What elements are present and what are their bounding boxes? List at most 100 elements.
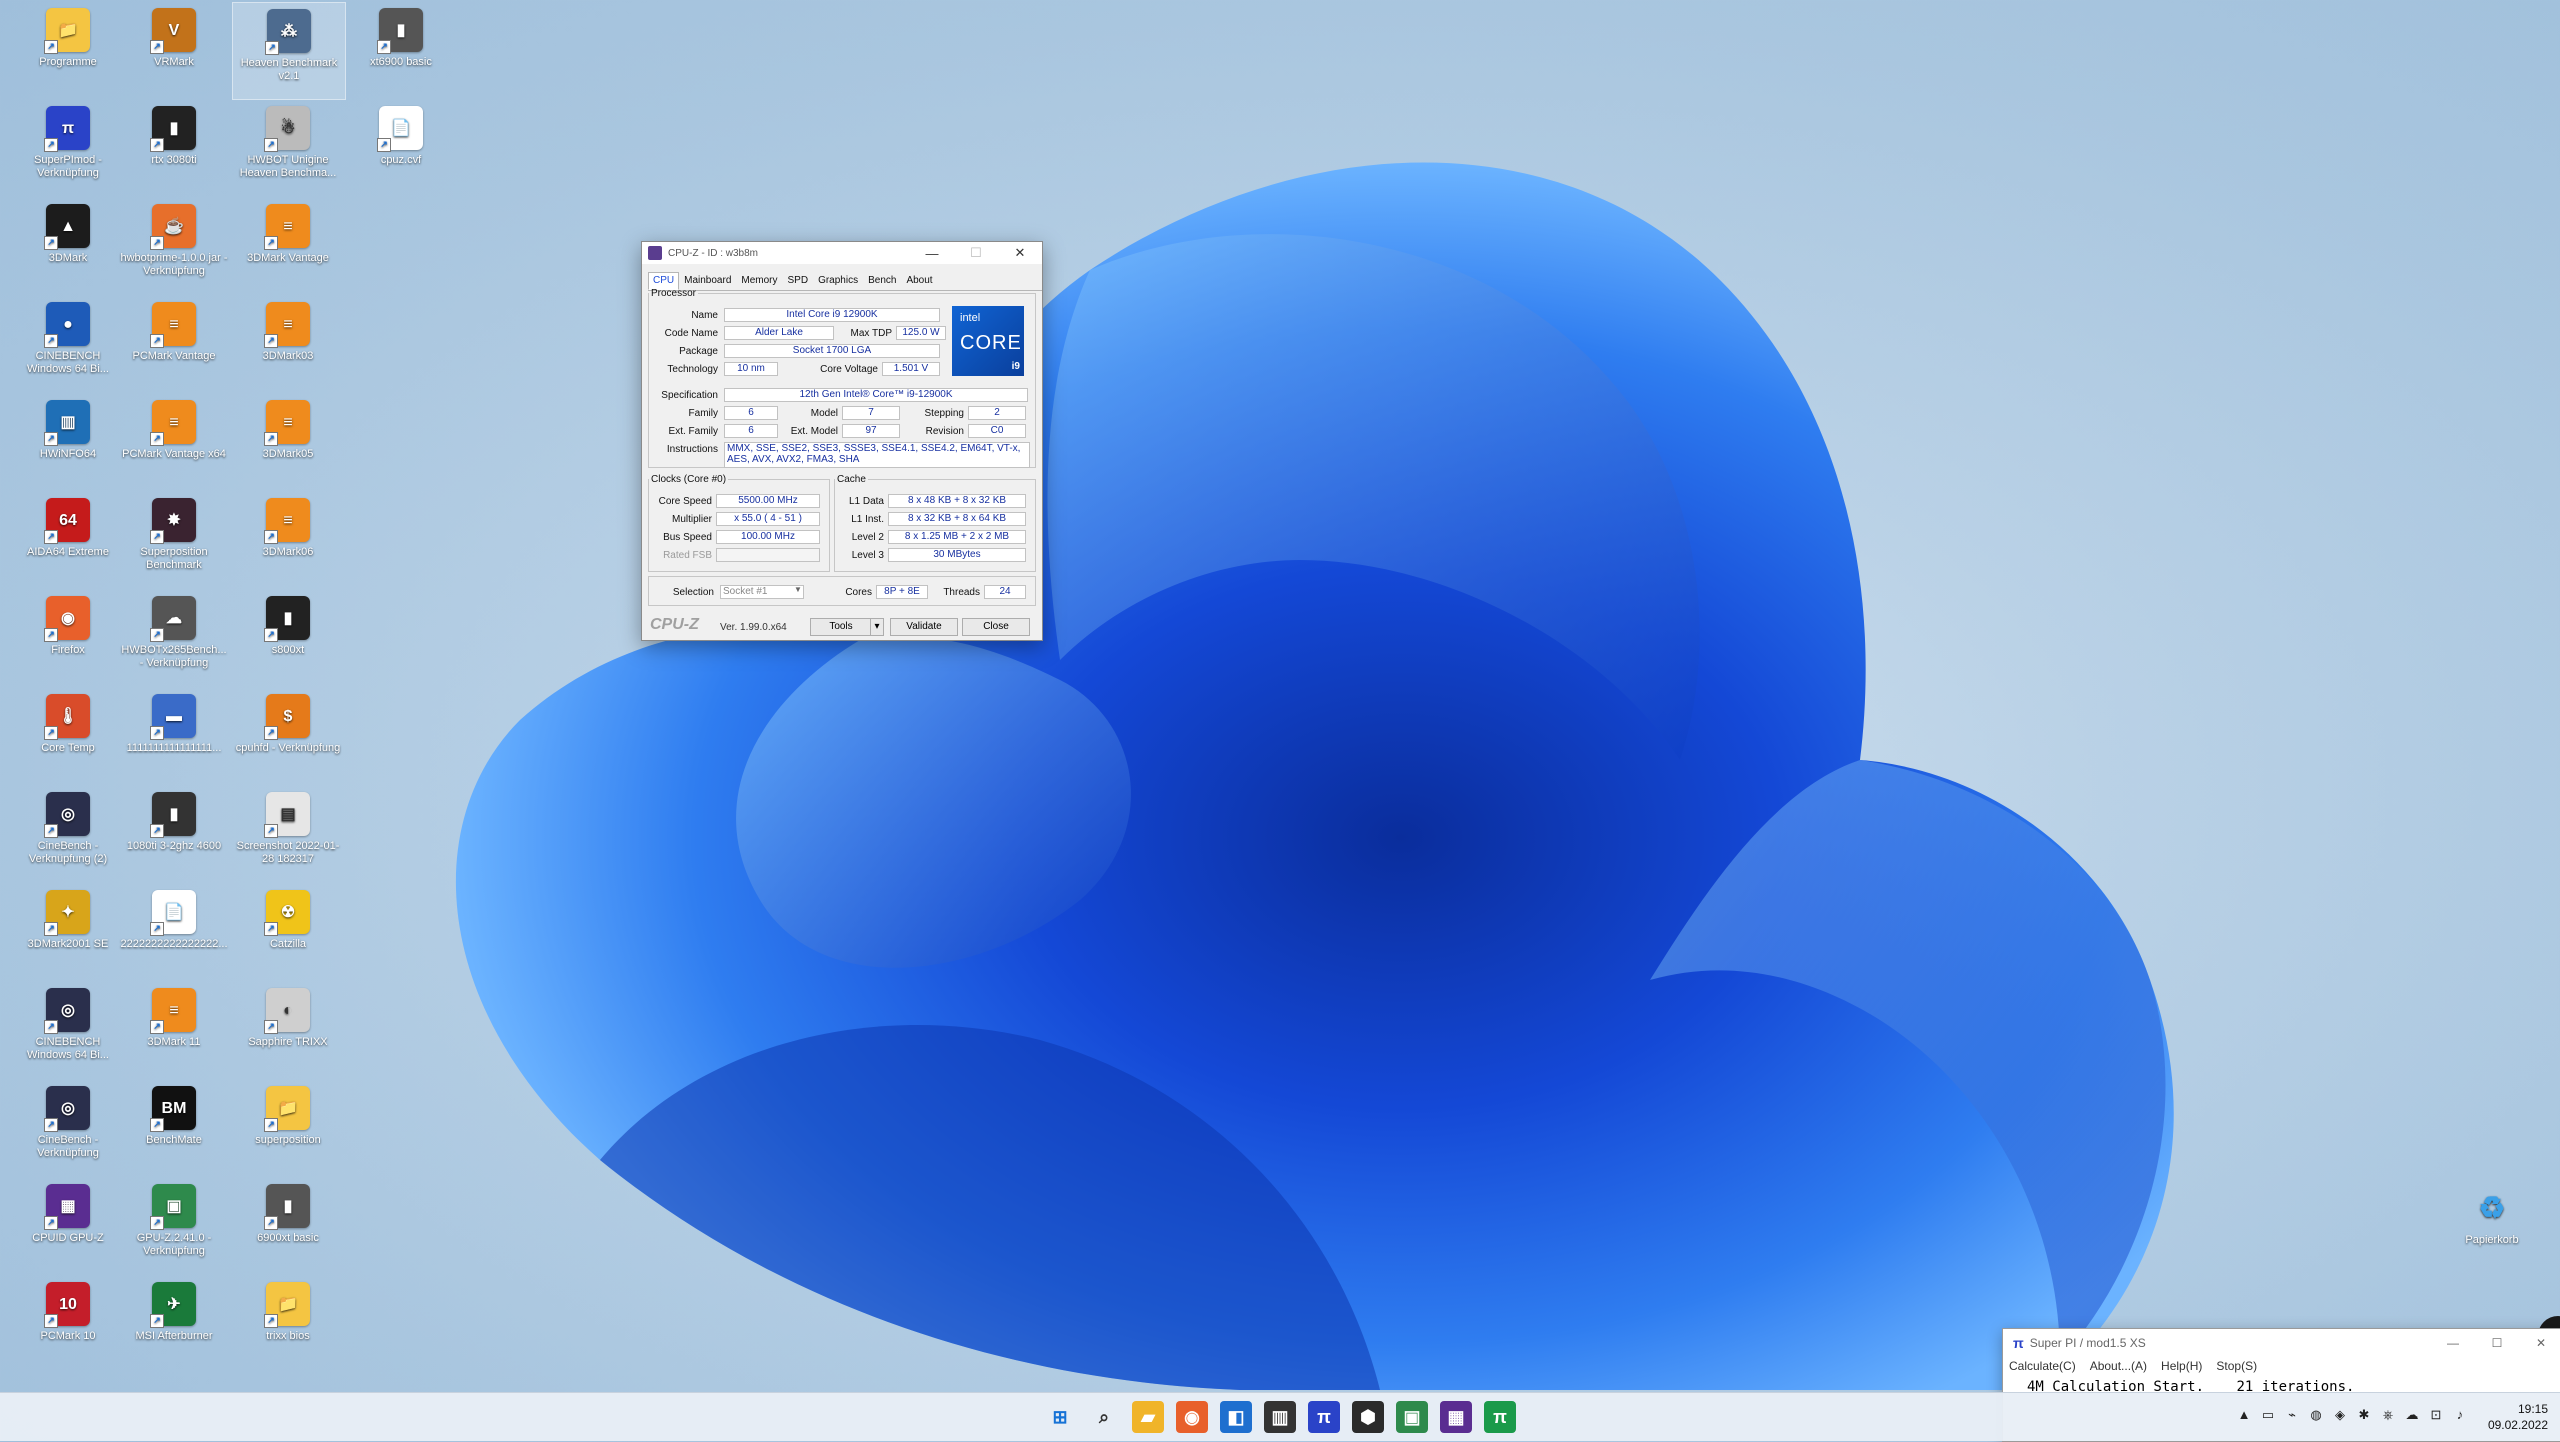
- desktop-icon[interactable]: BM ↗ BenchMate: [118, 1080, 230, 1176]
- desktop-icon[interactable]: ▮ ↗ xt6900 basic: [345, 2, 457, 98]
- desktop-icon[interactable]: ◎ ↗ CineBench - Verknüpfung (2): [12, 786, 124, 882]
- stepping-label: Stepping: [924, 408, 964, 419]
- desktop-icon[interactable]: ≡ ↗ 3DMark03: [232, 296, 344, 392]
- tools-dropdown-icon[interactable]: ▾: [870, 618, 884, 636]
- desktop-icon[interactable]: $ ↗ cpuhfd - Verknüpfung: [232, 688, 344, 784]
- desktop-icon[interactable]: V ↗ VRMark: [118, 2, 230, 98]
- desktop-icon[interactable]: ≡ ↗ PCMark Vantage: [118, 296, 230, 392]
- shortcut-arrow-icon: ↗: [264, 236, 278, 250]
- cpuz-titlebar[interactable]: CPU-Z - ID : w3b8m — ☐ ✕: [642, 242, 1042, 264]
- desktop-icon[interactable]: 64 ↗ AIDA64 Extreme: [12, 492, 124, 588]
- start-button[interactable]: ⊞: [1044, 1401, 1076, 1433]
- desktop-icon[interactable]: ✦ ↗ 3DMark2001 SE: [12, 884, 124, 980]
- package-label: Package: [679, 346, 718, 357]
- minimize-icon[interactable]: —: [910, 246, 954, 261]
- tray-app-icon-1[interactable]: ◍: [2308, 1407, 2324, 1423]
- desktop-icon[interactable]: ◐ ↗ Sapphire TRIXX: [232, 982, 344, 1078]
- search-icon[interactable]: ⌕: [1088, 1401, 1120, 1433]
- close-button[interactable]: Close: [962, 618, 1030, 636]
- desktop-icon[interactable]: ▮ ↗ rtx 3080ti: [118, 100, 230, 196]
- cpuz-version: Ver. 1.99.0.x64: [720, 622, 787, 633]
- desktop-icon[interactable]: ▮ ↗ 1080ti 3-2ghz 4600: [118, 786, 230, 882]
- app-icon: ⁂ ↗: [265, 9, 311, 55]
- tray-network-icon[interactable]: ⎈: [2380, 1407, 2396, 1423]
- intel-brand-text: intel: [960, 312, 981, 324]
- desktop-icon[interactable]: ≡ ↗ PCMark Vantage x64: [118, 394, 230, 490]
- desktop-icon[interactable]: ≡ ↗ 3DMark 11: [118, 982, 230, 1078]
- cpuz-taskbar-icon[interactable]: ▦: [1440, 1401, 1472, 1433]
- chevron-down-icon[interactable]: ▼: [794, 585, 802, 594]
- desktop-icon[interactable]: ◉ ↗ Firefox: [12, 590, 124, 686]
- tray-monitor-icon[interactable]: ⊡: [2428, 1407, 2444, 1423]
- desktop-icon[interactable]: ≡ ↗ 3DMark05: [232, 394, 344, 490]
- tray-display-icon[interactable]: ▭: [2260, 1407, 2276, 1423]
- menu-about[interactable]: About...(A): [2090, 1359, 2147, 1373]
- menu-stop[interactable]: Stop(S): [2216, 1359, 2257, 1373]
- desktop-icon[interactable]: ▥ ↗ HWiNFO64: [12, 394, 124, 490]
- tray-cloud-icon[interactable]: ☁: [2404, 1407, 2420, 1423]
- desktop-icon[interactable]: ▮ ↗ 6900xt basic: [232, 1178, 344, 1274]
- tray-bluetooth-icon[interactable]: ✱: [2356, 1407, 2372, 1423]
- desktop-icon[interactable]: ▬ ↗ 1111111111111111...: [118, 688, 230, 784]
- desktop-icon[interactable]: 🌡 ↗ Core Temp: [12, 688, 124, 784]
- close-icon[interactable]: ✕: [2519, 1336, 2560, 1350]
- maximize-icon[interactable]: ☐: [2475, 1336, 2519, 1350]
- desktop-icon[interactable]: ● ↗ CINEBENCH Windows 64 Bi...: [12, 296, 124, 392]
- app-icon: ▬ ↗: [150, 694, 196, 740]
- desktop-icon[interactable]: ▦ ↗ CPUID GPU-Z: [12, 1178, 124, 1274]
- desktop-icon[interactable]: ✈ ↗ MSI Afterburner: [118, 1276, 230, 1372]
- selection-dropdown[interactable]: Socket #1: [720, 585, 804, 599]
- app-icon: π ↗: [44, 106, 90, 152]
- hwinfo-icon[interactable]: ▥: [1264, 1401, 1296, 1433]
- tray-app-icon-2[interactable]: ◈: [2332, 1407, 2348, 1423]
- name-label: Name: [691, 310, 718, 321]
- desktop-icon[interactable]: ▣ ↗ GPU-Z.2.41.0 - Verknüpfung: [118, 1178, 230, 1274]
- shortcut-arrow-icon: ↗: [44, 628, 58, 642]
- maximize-icon[interactable]: ☐: [954, 245, 998, 261]
- desktop-icon[interactable]: 📄 ↗ 2222222222222222...: [118, 884, 230, 980]
- desktop-icon[interactable]: ≡ ↗ 3DMark Vantage: [232, 198, 344, 294]
- desktop-icon[interactable]: 10 ↗ PCMark 10: [12, 1276, 124, 1372]
- superpi-taskbar-icon[interactable]: π: [1308, 1401, 1340, 1433]
- minimize-icon[interactable]: —: [2431, 1336, 2475, 1350]
- validate-button[interactable]: Validate: [890, 618, 958, 636]
- desktop-icon[interactable]: ☁ ↗ HWBOTx265Bench... - Verknüpfung: [118, 590, 230, 686]
- tools-button[interactable]: Tools: [810, 618, 872, 636]
- app-icon-2[interactable]: ⬢: [1352, 1401, 1384, 1433]
- desktop-icon[interactable]: ✸ ↗ Superposition Benchmark: [118, 492, 230, 588]
- menu-calculate[interactable]: Calculate(C): [2009, 1359, 2076, 1373]
- file-explorer-icon[interactable]: ▰: [1132, 1401, 1164, 1433]
- app-icon: 📁 ↗: [44, 8, 90, 54]
- desktop-icon[interactable]: π ↗ SuperPImod - Verknüpfung: [12, 100, 124, 196]
- cpuz-window[interactable]: CPU-Z - ID : w3b8m — ☐ ✕ CPU Mainboard M…: [641, 241, 1043, 641]
- desktop-icon[interactable]: 📁 ↗ trixx bios: [232, 1276, 344, 1372]
- superpi-taskbar-icon-2[interactable]: π: [1484, 1401, 1516, 1433]
- desktop-icon[interactable]: ☕ ↗ hwbotprime-1.0.0.jar - Verknüpfung: [118, 198, 230, 294]
- desktop-icon[interactable]: ▲ ↗ 3DMark: [12, 198, 124, 294]
- desktop-icon[interactable]: ⁂ ↗ Heaven Benchmark v2.1: [232, 2, 346, 100]
- app-icon-1[interactable]: ◧: [1220, 1401, 1252, 1433]
- desktop-icon[interactable]: 📁 ↗ Programme: [12, 2, 124, 98]
- desktop-icon-label: CINEBENCH Windows 64 Bi...: [27, 1036, 109, 1061]
- desktop-icon[interactable]: 📁 ↗ superposition: [232, 1080, 344, 1176]
- desktop-icon[interactable]: ☃ ↗ HWBOT Unigine Heaven Benchma...: [232, 100, 344, 196]
- firefox-icon[interactable]: ◉: [1176, 1401, 1208, 1433]
- desktop-icon[interactable]: ▮ ↗ s800xt: [232, 590, 344, 686]
- desktop-icon[interactable]: ◎ ↗ CineBench - Verknüpfung: [12, 1080, 124, 1176]
- app-icon: ☃ ↗: [264, 106, 310, 152]
- gpuz-taskbar-icon[interactable]: ▣: [1396, 1401, 1428, 1433]
- taskbar-clock[interactable]: 19:15 09.02.2022: [2488, 1401, 2548, 1433]
- desktop-icon-recycle-bin[interactable]: ♻ Papierkorb: [2436, 1180, 2548, 1276]
- desktop-icon[interactable]: ≡ ↗ 3DMark06: [232, 492, 344, 588]
- desktop-icon[interactable]: ◎ ↗ CINEBENCH Windows 64 Bi...: [12, 982, 124, 1078]
- volume-icon[interactable]: ♪: [2452, 1407, 2468, 1423]
- shortcut-arrow-icon: ↗: [150, 824, 164, 838]
- desktop-icon[interactable]: ☢ ↗ Catzilla: [232, 884, 344, 980]
- tray-usb-icon[interactable]: ⌁: [2284, 1407, 2300, 1423]
- desktop-icon[interactable]: ▤ ↗ Screenshot 2022-01-28 182317: [232, 786, 344, 882]
- desktop-icon[interactable]: 📄 ↗ cpuz.cvf: [345, 100, 457, 196]
- close-icon[interactable]: ✕: [998, 245, 1042, 261]
- superpi-titlebar[interactable]: π Super PI / mod1.5 XS — ☐ ✕: [2003, 1329, 2560, 1357]
- tray-overflow-icon[interactable]: ▲: [2236, 1407, 2252, 1423]
- menu-help[interactable]: Help(H): [2161, 1359, 2202, 1373]
